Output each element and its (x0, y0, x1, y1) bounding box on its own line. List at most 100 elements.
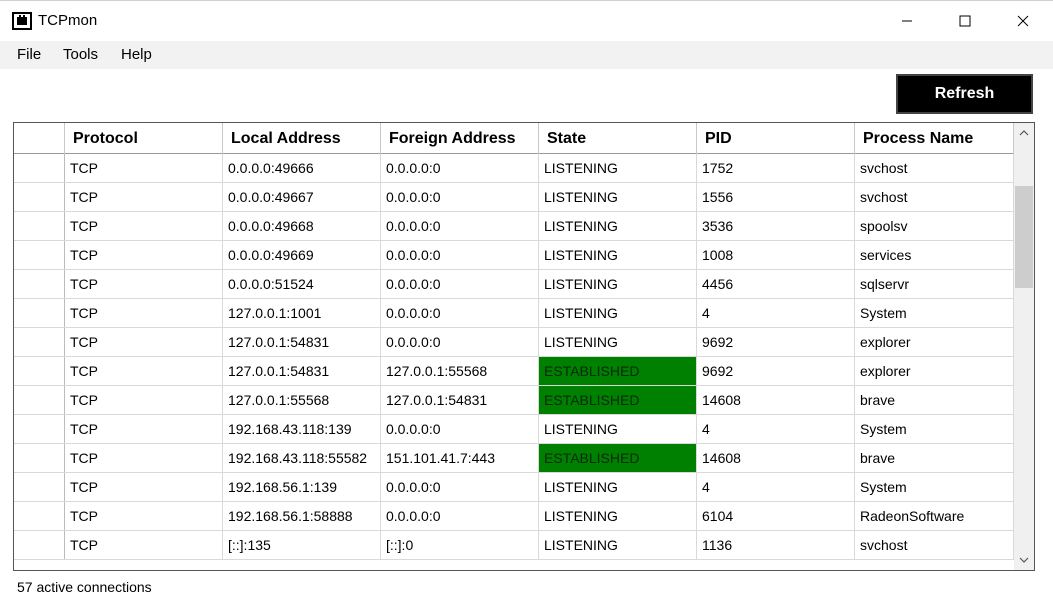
local-address-cell[interactable]: 0.0.0.0:49667 (223, 183, 381, 211)
process-name-cell[interactable]: svchost (855, 183, 1014, 211)
close-button[interactable] (994, 1, 1052, 41)
pid-cell[interactable]: 6104 (697, 502, 855, 530)
maximize-button[interactable] (936, 1, 994, 41)
local-address-cell[interactable]: 192.168.43.118:55582 (223, 444, 381, 472)
minimize-button[interactable] (878, 1, 936, 41)
process-name-cell[interactable]: brave (855, 386, 1014, 414)
local-address-cell[interactable]: 127.0.0.1:54831 (223, 328, 381, 356)
state-cell[interactable]: LISTENING (539, 154, 697, 182)
refresh-button[interactable]: Refresh (896, 74, 1033, 114)
row-header[interactable] (14, 154, 65, 182)
local-address-cell[interactable]: 0.0.0.0:51524 (223, 270, 381, 298)
process-name-cell[interactable]: explorer (855, 328, 1014, 356)
protocol-cell[interactable]: TCP (65, 357, 223, 385)
local-address-cell[interactable]: 0.0.0.0:49668 (223, 212, 381, 240)
row-header[interactable] (14, 183, 65, 211)
state-cell[interactable]: LISTENING (539, 531, 697, 559)
protocol-cell[interactable]: TCP (65, 473, 223, 501)
foreign-address-cell[interactable]: 0.0.0.0:0 (381, 212, 539, 240)
protocol-cell[interactable]: TCP (65, 241, 223, 269)
table-row[interactable]: TCP 0.0.0.0:51524 0.0.0.0:0 LISTENING 4456 sq… (14, 270, 1014, 299)
process-name-cell[interactable]: sqlservr (855, 270, 1014, 298)
connections-table[interactable]: Protocol Local Address Foreign Address S… (13, 122, 1035, 571)
protocol-cell[interactable]: TCP (65, 444, 223, 472)
foreign-address-cell[interactable]: 0.0.0.0:0 (381, 328, 539, 356)
protocol-cell[interactable]: TCP (65, 415, 223, 443)
local-address-cell[interactable]: 192.168.43.118:139 (223, 415, 381, 443)
local-address-cell[interactable]: [::]:135 (223, 531, 381, 559)
table-row[interactable]: TCP 127.0.0.1:54831 0.0.0.0:0 LISTENING 9692… (14, 328, 1014, 357)
process-name-cell[interactable]: explorer (855, 357, 1014, 385)
table-row[interactable]: TCP 192.168.43.118:55582 151.101.41.7:443 E… (14, 444, 1014, 473)
state-cell[interactable]: LISTENING (539, 212, 697, 240)
protocol-cell[interactable]: TCP (65, 531, 223, 559)
table-row[interactable]: TCP 127.0.0.1:54831 127.0.0.1:55568 ESTABLI… (14, 357, 1014, 386)
foreign-address-cell[interactable]: [::]:0 (381, 531, 539, 559)
row-header[interactable] (14, 299, 65, 327)
foreign-address-cell[interactable]: 0.0.0.0:0 (381, 473, 539, 501)
foreign-address-cell[interactable]: 0.0.0.0:0 (381, 502, 539, 530)
protocol-cell[interactable]: TCP (65, 154, 223, 182)
table-row[interactable]: TCP 0.0.0.0:49667 0.0.0.0:0 LISTENING 1556 sv… (14, 183, 1014, 212)
pid-cell[interactable]: 4 (697, 415, 855, 443)
foreign-address-cell[interactable]: 151.101.41.7:443 (381, 444, 539, 472)
state-cell[interactable]: LISTENING (539, 241, 697, 269)
process-name-cell[interactable]: spoolsv (855, 212, 1014, 240)
state-cell[interactable]: LISTENING (539, 270, 697, 298)
state-cell[interactable]: ESTABLISHED (539, 444, 697, 472)
pid-cell[interactable]: 1556 (697, 183, 855, 211)
title-bar[interactable]: TCPmon (0, 1, 1053, 41)
local-address-cell[interactable]: 127.0.0.1:54831 (223, 357, 381, 385)
table-row[interactable]: TCP 127.0.0.1:1001 0.0.0.0:0 LISTENING 4 Syst… (14, 299, 1014, 328)
row-header[interactable] (14, 386, 65, 414)
chevron-up-icon[interactable] (1014, 123, 1034, 143)
row-header[interactable] (14, 415, 65, 443)
process-name-cell[interactable]: services (855, 241, 1014, 269)
state-cell[interactable]: LISTENING (539, 299, 697, 327)
table-row[interactable]: TCP 192.168.43.118:139 0.0.0.0:0 LISTENING 4… (14, 415, 1014, 444)
table-row[interactable]: TCP 192.168.56.1:58888 0.0.0.0:0 LISTENING 6… (14, 502, 1014, 531)
row-header[interactable] (14, 241, 65, 269)
row-header[interactable] (14, 473, 65, 501)
pid-cell[interactable]: 4 (697, 473, 855, 501)
local-address-cell[interactable]: 0.0.0.0:49669 (223, 241, 381, 269)
pid-cell[interactable]: 1752 (697, 154, 855, 182)
table-row[interactable]: TCP 192.168.56.1:139 0.0.0.0:0 LISTENING 4 Sy… (14, 473, 1014, 502)
pid-cell[interactable]: 1008 (697, 241, 855, 269)
protocol-cell[interactable]: TCP (65, 386, 223, 414)
foreign-address-cell[interactable]: 0.0.0.0:0 (381, 241, 539, 269)
table-row[interactable]: TCP 0.0.0.0:49668 0.0.0.0:0 LISTENING 3536 sp… (14, 212, 1014, 241)
local-address-cell[interactable]: 0.0.0.0:49666 (223, 154, 381, 182)
protocol-cell[interactable]: TCP (65, 183, 223, 211)
chevron-down-icon[interactable] (1014, 550, 1034, 570)
table-row[interactable]: TCP 0.0.0.0:49669 0.0.0.0:0 LISTENING 1008 se… (14, 241, 1014, 270)
pid-cell[interactable]: 14608 (697, 386, 855, 414)
state-cell[interactable]: LISTENING (539, 328, 697, 356)
protocol-cell[interactable]: TCP (65, 270, 223, 298)
local-address-cell[interactable]: 192.168.56.1:139 (223, 473, 381, 501)
column-state[interactable]: State (539, 123, 697, 154)
pid-cell[interactable]: 1136 (697, 531, 855, 559)
column-local-address[interactable]: Local Address (223, 123, 381, 154)
column-process-name[interactable]: Process Name (855, 123, 1014, 154)
pid-cell[interactable]: 3536 (697, 212, 855, 240)
state-cell[interactable]: ESTABLISHED (539, 357, 697, 385)
state-cell[interactable]: LISTENING (539, 502, 697, 530)
local-address-cell[interactable]: 127.0.0.1:1001 (223, 299, 381, 327)
foreign-address-cell[interactable]: 0.0.0.0:0 (381, 270, 539, 298)
pid-cell[interactable]: 9692 (697, 357, 855, 385)
process-name-cell[interactable]: brave (855, 444, 1014, 472)
state-cell[interactable]: ESTABLISHED (539, 386, 697, 414)
process-name-cell[interactable]: RadeonSoftware (855, 502, 1014, 530)
foreign-address-cell[interactable]: 127.0.0.1:54831 (381, 386, 539, 414)
column-pid[interactable]: PID (697, 123, 855, 154)
table-row[interactable]: TCP 0.0.0.0:49666 0.0.0.0:0 LISTENING 1752 sv… (14, 154, 1014, 183)
process-name-cell[interactable]: svchost (855, 154, 1014, 182)
pid-cell[interactable]: 4456 (697, 270, 855, 298)
protocol-cell[interactable]: TCP (65, 328, 223, 356)
column-foreign-address[interactable]: Foreign Address (381, 123, 539, 154)
row-header[interactable] (14, 212, 65, 240)
foreign-address-cell[interactable]: 0.0.0.0:0 (381, 183, 539, 211)
process-name-cell[interactable]: System (855, 299, 1014, 327)
table-row[interactable]: TCP [::]:135 [::]:0 LISTENING 1136 svchost (14, 531, 1014, 560)
